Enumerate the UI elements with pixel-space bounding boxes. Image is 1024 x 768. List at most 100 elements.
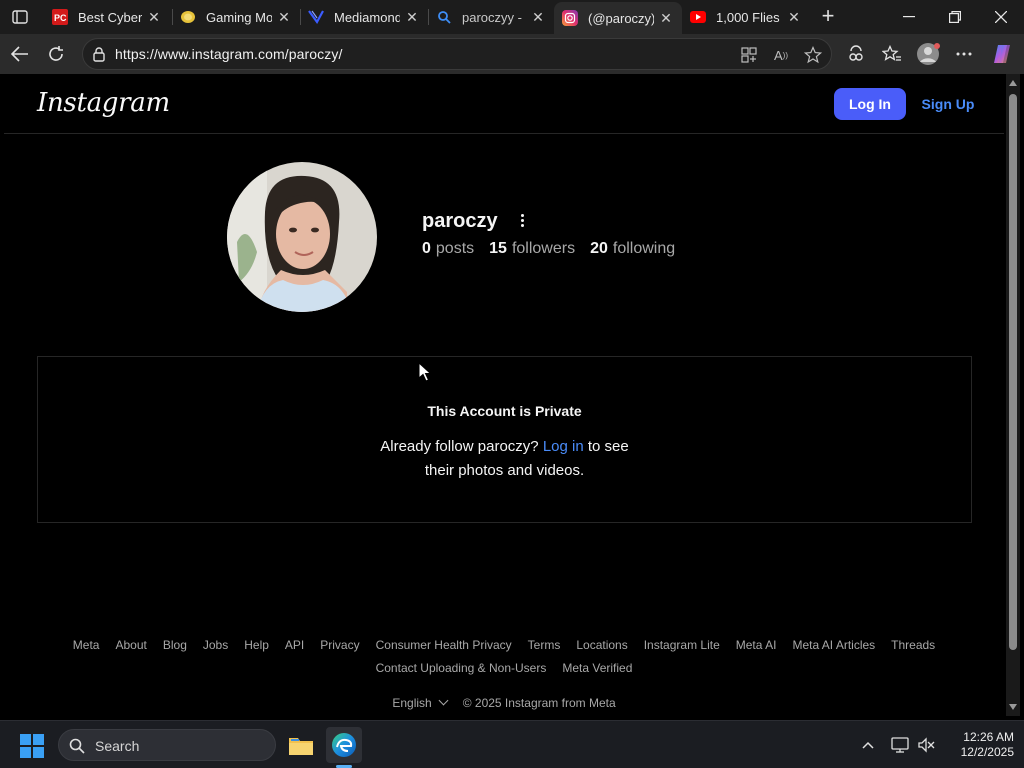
more-options-icon[interactable] [950,40,978,68]
new-tab-button[interactable]: + [815,4,841,30]
scroll-down-arrow-icon[interactable] [1009,704,1017,710]
tab-search[interactable]: paroczyy - S ✕ [428,0,554,34]
favorite-star-icon[interactable] [803,45,823,65]
mouse-cursor-icon [418,361,432,382]
copyright-text: © 2025 Instagram from Meta [462,696,616,710]
private-text-before: Already follow paroczy? [380,438,539,455]
footer-link[interactable]: Locations [576,638,627,652]
tab-instagram-active[interactable]: (@paroczy) · ✕ [554,2,682,34]
clock-date: 12/2/2025 [960,745,1014,759]
following-stat[interactable]: 20 following [590,240,675,258]
more-options-icon[interactable] [514,211,530,229]
footer-links: Meta About Blog Jobs Help API Privacy Co… [4,638,1004,652]
close-icon[interactable]: ✕ [658,10,674,27]
url-text[interactable]: https://www.instagram.com/paroczy/ [115,46,342,62]
private-message: Already follow paroczy? Log in to see th… [38,435,971,483]
posts-label: posts [435,240,475,257]
show-hidden-icons-chevron-up-icon[interactable] [858,735,878,755]
tab-actions-menu-icon[interactable] [6,5,34,29]
footer-link[interactable]: Consumer Health Privacy [376,638,512,652]
footer-link[interactable]: Meta [73,638,100,652]
volume-muted-icon[interactable] [916,735,936,755]
private-text-after: to see [587,438,629,455]
youtube-icon [690,9,706,25]
footer-links-row2: Contact Uploading & Non-Users Meta Verif… [4,661,1004,675]
back-arrow-icon[interactable] [6,40,34,68]
tab-title: Mediamond [334,9,400,25]
close-icon[interactable]: ✕ [530,9,546,26]
edge-browser-icon[interactable] [326,727,362,763]
tab-title: paroczyy - S [462,9,526,25]
language-selector[interactable]: English [392,695,449,710]
tab-pcmag[interactable]: PC Best Cyber M ✕ [44,0,170,34]
instagram-logo[interactable]: Instagram [37,88,170,118]
followers-label: followers [511,240,576,257]
read-aloud-icon[interactable]: A)) [771,45,791,65]
close-icon[interactable]: ✕ [276,9,292,26]
posts-stat: 0 posts [422,240,474,258]
login-link[interactable]: Log in [543,438,584,455]
close-icon[interactable]: ✕ [786,9,802,26]
browser-essentials-icon[interactable] [842,40,870,68]
footer-link[interactable]: Privacy [320,638,359,652]
private-account-notice: This Account is Private Already follow p… [37,356,972,523]
tab-mediamond[interactable]: Mediamond ✕ [300,0,428,34]
favorites-icon[interactable] [878,40,906,68]
file-explorer-icon[interactable] [283,727,319,763]
coin-icon [180,9,196,25]
followers-count: 15 [489,240,507,257]
close-icon[interactable]: ✕ [404,9,420,26]
footer-link[interactable]: Blog [163,638,187,652]
mediamond-icon [308,9,324,25]
signup-button[interactable]: Sign Up [918,88,978,120]
followers-stat[interactable]: 15 followers [489,240,575,258]
network-icon[interactable] [890,735,910,755]
footer-link[interactable]: Jobs [203,638,228,652]
clock-time: 12:26 AM [963,730,1014,744]
footer-link[interactable]: Threads [891,638,935,652]
instagram-icon [562,10,578,26]
browser-toolbar: https://www.instagram.com/paroczy/ A)) [0,34,1024,74]
footer-bottom: English © 2025 Instagram from Meta [4,695,1004,710]
tab-title: Best Cyber M [78,9,142,25]
footer-link[interactable]: Help [244,638,269,652]
close-icon[interactable]: ✕ [146,9,162,26]
language-label: English [392,696,432,710]
footer-link[interactable]: API [285,638,304,652]
footer-link[interactable]: Meta AI [736,638,777,652]
footer-link[interactable]: Meta Verified [562,661,632,675]
private-text-line2: their photos and videos. [424,462,585,479]
taskbar-search[interactable]: Search [58,729,276,761]
page-scrollbar[interactable] [1006,74,1020,716]
footer-link[interactable]: Terms [528,638,561,652]
tab-title: 1,000 Flies v [716,9,782,25]
copilot-icon[interactable] [988,40,1016,68]
footer-link[interactable]: Instagram Lite [644,638,720,652]
profile-avatar[interactable] [227,162,377,312]
tab-gaming-mouse[interactable]: Gaming Mou ✕ [172,0,300,34]
close-window-button[interactable] [978,0,1024,34]
windows-start-icon[interactable] [20,734,44,758]
footer-link[interactable]: Meta AI Articles [792,638,875,652]
minimize-button[interactable] [886,0,932,34]
following-label: following [612,240,676,257]
following-count: 20 [590,240,608,257]
footer-link[interactable]: About [115,638,146,652]
login-button[interactable]: Log In [834,88,906,120]
apps-icon[interactable] [739,45,759,65]
scroll-thumb[interactable] [1009,94,1017,650]
search-icon [436,9,452,25]
tab-youtube[interactable]: 1,000 Flies v ✕ [682,0,810,34]
pcmag-icon: PC [52,9,68,25]
chevron-down-icon [438,695,449,706]
refresh-icon[interactable] [42,40,70,68]
address-bar[interactable]: https://www.instagram.com/paroczy/ A)) [82,38,832,70]
lock-icon[interactable] [91,46,107,62]
restore-button[interactable] [932,0,978,34]
profile-avatar-icon[interactable] [914,40,942,68]
system-clock[interactable]: 12:26 AM 12/2/2025 [944,730,1014,760]
scroll-up-arrow-icon[interactable] [1009,80,1017,86]
profile-username: paroczy [422,210,498,232]
footer-link[interactable]: Contact Uploading & Non-Users [376,661,547,675]
tab-title: (@paroczy) · [588,10,654,26]
